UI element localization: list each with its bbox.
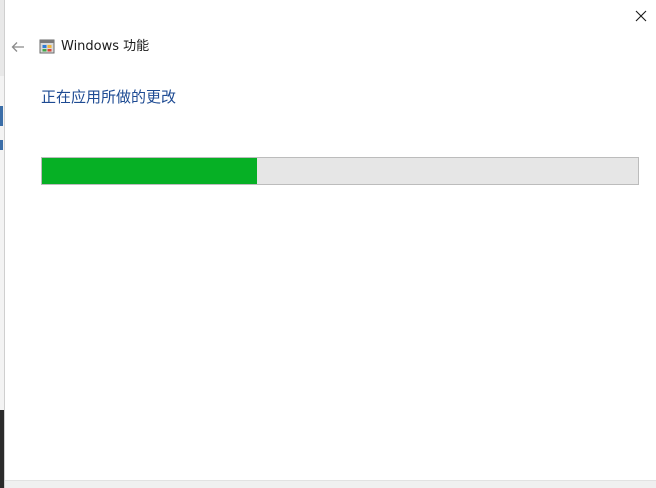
windows-features-dialog: Windows 功能 正在应用所做的更改 (4, 0, 656, 488)
back-arrow-icon (11, 42, 24, 52)
background-window-link (0, 140, 3, 150)
close-button[interactable] (625, 0, 656, 32)
title-bar (5, 0, 656, 32)
desktop: Windows 功能 正在应用所做的更改 (0, 0, 656, 488)
back-button[interactable] (7, 36, 29, 58)
progress-bar (41, 157, 639, 185)
close-icon (635, 10, 646, 22)
windows-features-icon (39, 39, 55, 54)
dialog-bottom-edge (5, 480, 656, 488)
status-heading: 正在应用所做的更改 (41, 88, 177, 106)
background-window-link (0, 116, 3, 126)
progress-bar-fill (42, 158, 257, 184)
window-title: Windows 功能 (61, 39, 150, 54)
background-window-link (0, 106, 3, 116)
